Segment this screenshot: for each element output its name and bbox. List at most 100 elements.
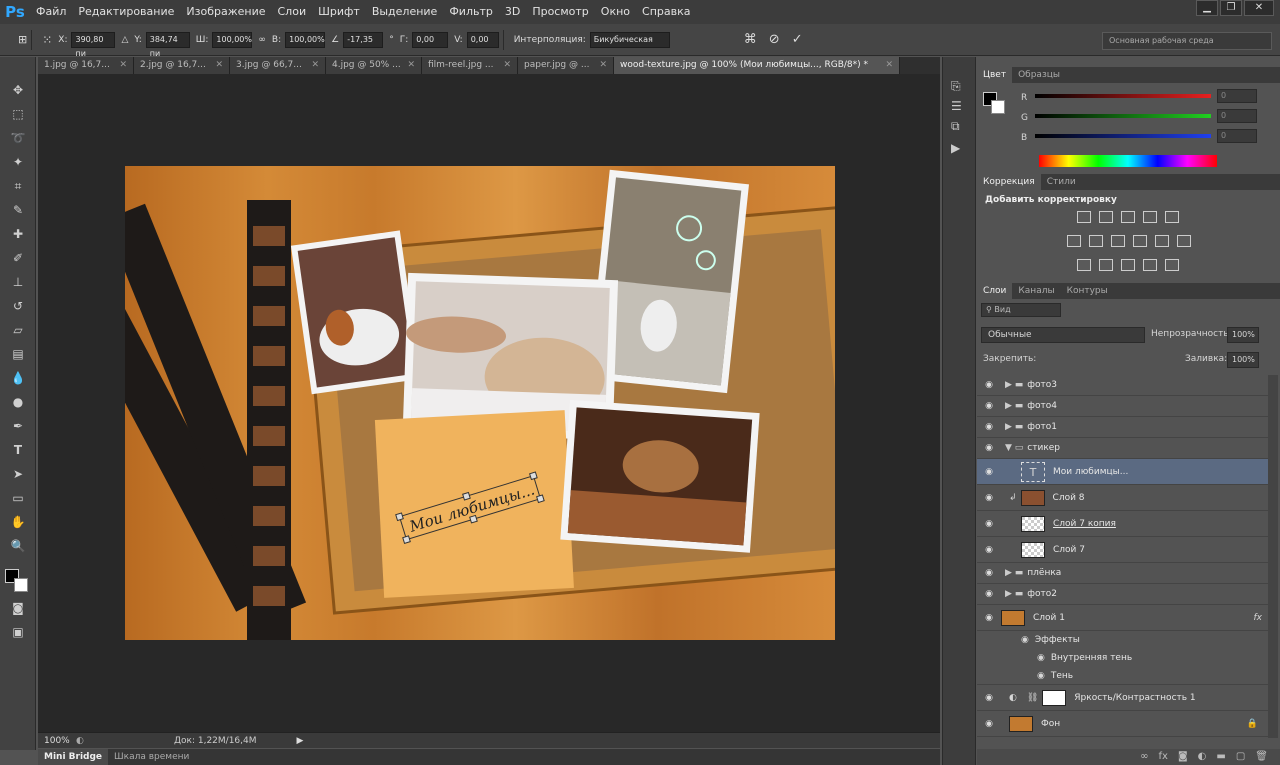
w-field[interactable]: 100,00% [212,31,253,48]
hue-sat-icon[interactable] [1067,235,1081,247]
cancel-icon[interactable]: ⊘ [769,32,780,47]
posterize-icon[interactable] [1099,259,1113,271]
layer-effect-shadow[interactable]: ◉ Тень [977,667,1268,685]
layer-background[interactable]: ◉ Фон 🔒 [977,711,1268,737]
curves-icon[interactable] [1121,211,1135,223]
path-select-icon[interactable]: ➤ [9,465,27,483]
eye-icon[interactable]: ◉ [977,401,1001,411]
gradient-tool-icon[interactable]: ▤ [9,345,27,363]
tab-3[interactable]: 3.jpg @ 66,7... ✕ [230,57,326,74]
layer-effects[interactable]: ◉ Эффекты [977,631,1268,649]
eye-icon[interactable]: ◉ [1021,635,1029,645]
v-field[interactable]: 0,00 [466,31,499,48]
link-layers-icon[interactable]: ∞ [1140,749,1148,765]
fx-badge[interactable]: fx [1254,613,1263,623]
layers-scrollbar[interactable] [1268,375,1278,738]
tab-layers[interactable]: Слои [977,283,1013,299]
actions-icon[interactable]: ▶ [951,141,969,157]
delta-icon[interactable]: △ [121,35,128,45]
status-menu-icon[interactable]: ▶ [297,736,304,746]
layer-folder-foto2[interactable]: ◉ ▶ ▬ фото2 [977,584,1268,605]
tab-color[interactable]: Цвет [977,67,1013,83]
tab-4[interactable]: 4.jpg @ 50% ... ✕ [326,57,422,74]
magic-wand-icon[interactable]: ✦ [9,153,27,171]
commit-icon[interactable]: ✓ [792,32,803,47]
layer-filter-select[interactable]: ⚲ Вид [981,303,1061,317]
new-adjustment-icon[interactable]: ◐ [1198,749,1207,765]
type-tool-icon[interactable]: T [9,441,27,459]
opacity-field[interactable]: 100% [1227,327,1259,343]
document-canvas[interactable]: Мои любимцы... [38,166,875,640]
layer-folder-foto1[interactable]: ◉ ▶ ▬ фото1 [977,417,1268,438]
tab-adjustments[interactable]: Коррекция [977,174,1041,190]
close-icon[interactable]: ✕ [119,57,127,74]
layer-sloi-7-copy[interactable]: ◉ Слой 7 копия [977,511,1268,537]
photo-filter-icon[interactable] [1133,235,1147,247]
hand-tool-icon[interactable]: ✋ [9,513,27,531]
close-icon[interactable]: ✕ [885,57,893,74]
menu-3d[interactable]: 3D [499,0,526,24]
eye-icon[interactable]: ◉ [977,443,1001,453]
transform-tool-icon[interactable]: ⊞ [18,33,27,46]
history-brush-icon[interactable]: ↺ [9,297,27,315]
layer-sloi-7[interactable]: ◉ Слой 7 [977,537,1268,563]
dodge-tool-icon[interactable]: ● [9,393,27,411]
eyedropper-icon[interactable]: ✎ [9,201,27,219]
eye-icon[interactable]: ◉ [977,380,1001,390]
shape-tool-icon[interactable]: ▭ [9,489,27,507]
workspace-select[interactable]: Основная рабочая среда [1102,32,1272,50]
close-icon[interactable]: ✕ [1244,0,1274,16]
interpolation-select[interactable]: Бикубическая [589,31,670,48]
layer-folder-plenka[interactable]: ◉ ▶ ▬ плёнка [977,563,1268,584]
eye-icon[interactable]: ◉ [1037,653,1045,663]
close-icon[interactable]: ✕ [407,57,415,74]
eye-icon[interactable]: ◉ [977,613,1001,623]
eye-icon[interactable]: ◉ [1037,671,1045,681]
quick-mask-icon[interactable]: ◙ [9,599,27,617]
eye-icon[interactable]: ◉ [977,719,1001,729]
eye-icon[interactable]: ◉ [977,422,1001,432]
blend-mode-select[interactable]: Обычные [981,327,1145,343]
layer-comps-icon[interactable]: ⧉ [951,119,969,135]
menu-filter[interactable]: Фильтр [443,0,499,24]
color-spectrum-bar[interactable] [1039,155,1217,167]
menu-image[interactable]: Изображение [180,0,271,24]
channel-b-slider[interactable] [1035,134,1211,138]
eye-icon[interactable]: ◉ [977,467,1001,477]
color-balance-icon[interactable] [1089,235,1103,247]
channel-mixer-icon[interactable] [1155,235,1169,247]
channel-r-slider[interactable] [1035,94,1211,98]
eye-icon[interactable]: ◉ [977,545,1001,555]
move-tool-icon[interactable]: ✥ [9,81,27,99]
tab-6[interactable]: paper.jpg @ ... ✕ [518,57,614,74]
mask-icon[interactable]: ◙ [1178,749,1188,765]
y-field[interactable]: 384,74 пи [145,31,190,58]
history-icon[interactable]: ⎘ [951,79,969,95]
menu-file[interactable]: Файл [30,0,72,24]
channel-r-value[interactable]: 0 [1217,89,1257,103]
brush-tool-icon[interactable]: ✐ [9,249,27,267]
angle-field[interactable]: -17,35 [343,31,384,48]
fill-field[interactable]: 100% [1227,352,1259,368]
fx-icon[interactable]: fx [1159,749,1168,765]
layer-folder-sticker[interactable]: ◉ ▼ ▭ стикер [977,438,1268,459]
eye-icon[interactable]: ◉ [977,493,1001,503]
eye-icon[interactable]: ◉ [977,519,1001,529]
pen-tool-icon[interactable]: ✒ [9,417,27,435]
tab-1[interactable]: 1.jpg @ 16,7... ✕ [38,57,134,74]
layer-text[interactable]: ◉ T Мои любимцы... [977,459,1268,485]
menu-edit[interactable]: Редактирование [72,0,180,24]
tab-channels[interactable]: Каналы [1012,283,1060,299]
close-icon[interactable]: ✕ [599,57,607,74]
close-icon[interactable]: ✕ [311,57,319,74]
tab-5[interactable]: film-reel.jpg ... ✕ [422,57,518,74]
black-white-icon[interactable] [1111,235,1125,247]
tab-paths[interactable]: Контуры [1061,283,1114,299]
link-icon[interactable]: ∞ [258,35,266,45]
clone-stamp-icon[interactable]: ⊥ [9,273,27,291]
exposure-icon[interactable] [1143,211,1157,223]
tab-active[interactable]: wood-texture.jpg @ 100% (Мои любимцы...,… [614,57,900,74]
minimize-icon[interactable]: ▁ [1196,0,1218,16]
warp-icon[interactable]: ⌘ [744,32,757,47]
menu-view[interactable]: Просмотр [526,0,594,24]
